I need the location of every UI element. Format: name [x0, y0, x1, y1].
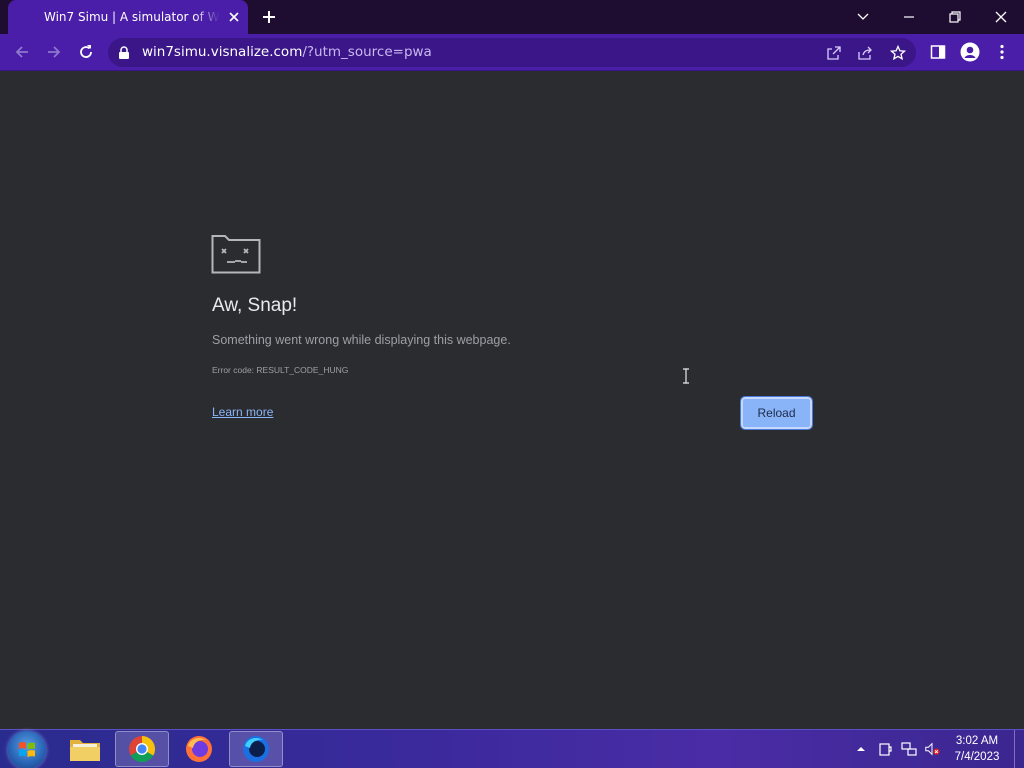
close-window-icon[interactable] [978, 0, 1024, 34]
address-bar[interactable]: win7simu.visnalize.com/?utm_source=pwa [108, 38, 916, 67]
forward-icon[interactable] [42, 40, 66, 64]
tab-title: Win7 Simu | A simulator of Windows 7 [44, 10, 220, 24]
taskbar-explorer-button[interactable] [58, 731, 112, 767]
tab-strip: Win7 Simu | A simulator of Windows 7 [0, 0, 1024, 34]
bookmark-star-icon[interactable] [888, 43, 908, 63]
url-path: /?utm_source=pwa [302, 44, 432, 60]
firefox-developer-icon [243, 736, 269, 762]
error-heading: Aw, Snap! [212, 295, 298, 316]
system-clock[interactable]: 3:02 AM 7/4/2023 [947, 733, 1007, 765]
menu-kebab-icon[interactable] [990, 40, 1014, 64]
lock-icon[interactable] [118, 45, 130, 64]
profile-avatar-icon[interactable] [958, 40, 982, 64]
chrome-icon [129, 736, 156, 763]
side-panel-icon[interactable] [926, 40, 950, 64]
url-text[interactable]: win7simu.visnalize.com/?utm_source=pwa [142, 44, 432, 60]
sad-tab-icon [211, 232, 261, 278]
folder-icon [70, 740, 100, 761]
taskbar-firefox-button[interactable] [172, 731, 226, 767]
taskbar: 3:02 AM 7/4/2023 [0, 729, 1024, 768]
taskbar-chrome-button[interactable] [115, 731, 169, 767]
minimize-icon[interactable] [886, 0, 932, 34]
error-code: Error code: RESULT_CODE_HUNG [212, 365, 349, 375]
start-button[interactable] [8, 731, 46, 768]
clock-date: 7/4/2023 [954, 751, 1000, 763]
browser-toolbar: win7simu.visnalize.com/?utm_source=pwa [0, 34, 1024, 71]
windows-logo-icon [19, 742, 35, 757]
back-icon[interactable] [10, 40, 34, 64]
browser-tab[interactable]: Win7 Simu | A simulator of Windows 7 [8, 0, 248, 34]
open-in-app-icon[interactable] [824, 43, 844, 63]
show-desktop-button[interactable] [1014, 730, 1024, 768]
action-center-icon[interactable] [877, 741, 893, 757]
clock-time: 3:02 AM [955, 735, 999, 747]
taskbar-firefox-developer-button[interactable] [229, 731, 283, 767]
text-cursor-icon [682, 368, 690, 388]
error-description: Something went wrong while displaying th… [212, 333, 511, 347]
tab-close-icon[interactable] [226, 9, 242, 25]
reload-icon[interactable] [74, 40, 98, 64]
tab-search-icon[interactable] [840, 0, 886, 34]
url-host: win7simu.visnalize.com [142, 44, 303, 60]
new-tab-icon[interactable] [258, 6, 280, 28]
share-icon[interactable] [856, 43, 876, 63]
show-hidden-icons-icon[interactable] [853, 741, 869, 757]
page-content: Aw, Snap! Something went wrong while dis… [0, 71, 1024, 729]
network-icon[interactable] [901, 741, 917, 757]
firefox-icon [186, 736, 212, 762]
reload-button[interactable]: Reload [740, 396, 813, 430]
restore-icon[interactable] [932, 0, 978, 34]
learn-more-link[interactable]: Learn more [212, 405, 273, 419]
volume-muted-icon[interactable] [924, 741, 940, 757]
